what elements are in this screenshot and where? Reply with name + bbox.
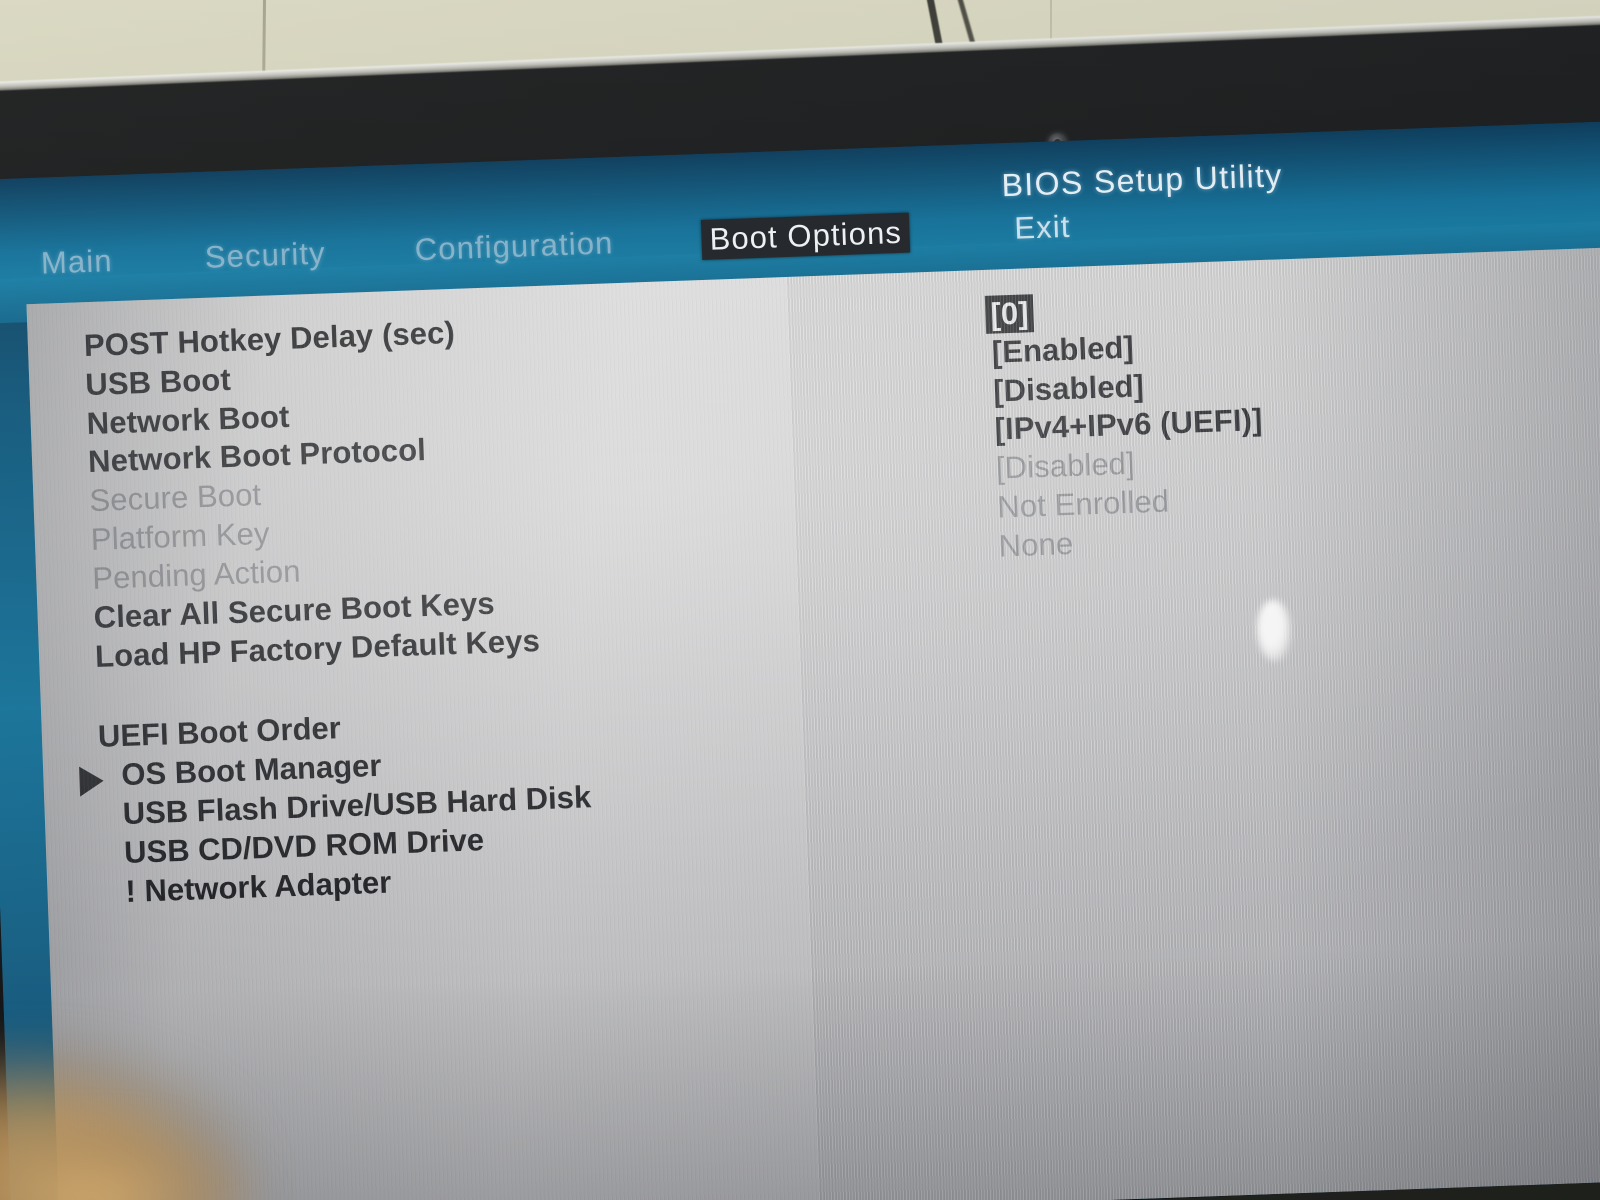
- tab-configuration[interactable]: Configuration: [406, 223, 622, 271]
- setting-label: Network Boot: [86, 398, 290, 442]
- setting-value: Not Enrolled: [996, 483, 1170, 525]
- setting-label: Platform Key: [90, 515, 271, 558]
- tab-main[interactable]: Main: [32, 241, 121, 284]
- tab-security[interactable]: Security: [196, 233, 334, 278]
- setting-label: USB Boot: [84, 361, 232, 403]
- setting-value: None: [998, 525, 1074, 564]
- tab-boot-options[interactable]: Boot Options: [700, 212, 911, 260]
- laptop-screen: BIOS Setup Utility Main Security Configu…: [0, 120, 1600, 1200]
- setting-label: Pending Action: [91, 553, 302, 597]
- setting-label: Secure Boot: [88, 476, 262, 519]
- tab-exit[interactable]: Exit: [1006, 207, 1079, 250]
- setting-value: [Disabled]: [995, 445, 1136, 486]
- bios-content-panel: POST Hotkey Delay (sec) [0] USB Boot [En…: [26, 244, 1600, 1200]
- selection-arrow-icon: [79, 765, 105, 797]
- photo-of-laptop-bios-screen: BIOS Setup Utility Main Security Configu…: [0, 0, 1600, 1200]
- setting-value[interactable]: [Enabled]: [991, 330, 1134, 371]
- setting-value[interactable]: [Disabled]: [993, 368, 1145, 409]
- setting-value-selected[interactable]: [0]: [984, 294, 1035, 334]
